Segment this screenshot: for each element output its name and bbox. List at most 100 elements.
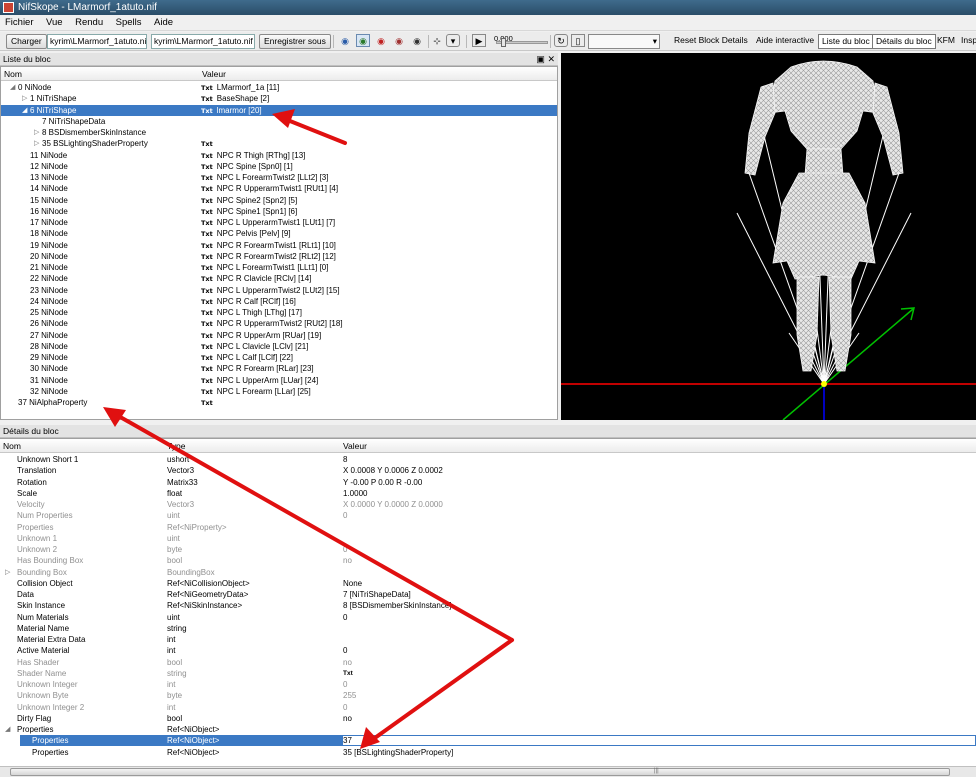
detail-row[interactable]: Dirty Flag bool no — [0, 713, 976, 724]
tree-row[interactable]: ◢ 0 NiNode Txt LMarmorf_1a [11] — [1, 82, 557, 93]
view-shaders-icon[interactable]: ◉ — [392, 34, 406, 47]
detail-row[interactable]: ▷ Bounding Box BoundingBox — [0, 567, 976, 578]
tree-row[interactable]: ▷ 1 NiTriShape Txt BaseShape [2] — [1, 93, 557, 104]
menu-aide[interactable]: Aide — [149, 15, 178, 30]
tree-row[interactable]: 18 NiNode Txt NPC Pelvis [Pelv] [9] — [1, 228, 557, 239]
detail-row[interactable]: Collision Object Ref<NiCollisionObject> No… — [0, 578, 976, 589]
detail-row[interactable]: Num Properties uint 0 — [0, 510, 976, 521]
detail-row[interactable]: Active Material int 0 — [0, 645, 976, 656]
menu-vue[interactable]: Vue — [41, 15, 68, 30]
close-icon[interactable]: ✕ — [547, 54, 555, 64]
animation-select[interactable]: ▾ — [588, 34, 660, 49]
sequence-icon[interactable]: ▯ — [571, 34, 585, 47]
collapsed-arrow-icon[interactable]: ▷ — [22, 93, 27, 104]
render-viewport[interactable] — [561, 53, 976, 420]
tree-row[interactable]: ▷ 35 BSLightingShaderProperty Txt — [1, 138, 557, 149]
detail-row[interactable]: Skin Instance Ref<NiSkinInstance> 8 [BSDis… — [0, 600, 976, 611]
details-col-name[interactable]: Nom — [3, 441, 21, 451]
tree-row[interactable]: 32 NiNode Txt NPC L Forearm [LLar] [25] — [1, 386, 557, 397]
detail-row[interactable]: ◢ Properties Ref<NiObject> — [0, 724, 976, 735]
time-slider[interactable] — [496, 38, 548, 47]
load-button[interactable]: Charger — [6, 34, 47, 49]
detail-row[interactable]: Rotation Matrix33 Y -0.00 P 0.00 R -0.00 — [0, 477, 976, 488]
detail-row[interactable]: Properties Ref<NiObject> 37 — [0, 735, 976, 746]
menu-rendu[interactable]: Rendu — [70, 15, 108, 30]
view-menu-icon[interactable]: ▾ — [446, 34, 460, 47]
reset-block-details-button[interactable]: Reset Block Details — [674, 34, 748, 49]
tree-row[interactable]: 27 NiNode Txt NPC R UpperArm [RUar] [19] — [1, 330, 557, 341]
view-solid-icon[interactable]: ◉ — [338, 34, 352, 47]
detail-row[interactable]: Material Extra Data int — [0, 634, 976, 645]
tree-row[interactable]: 28 NiNode Txt NPC L Clavicle [LClv] [21] — [1, 341, 557, 352]
tree-row[interactable]: 13 NiNode Txt NPC L ForearmTwist2 [LLt2] [… — [1, 172, 557, 183]
collapsed-arrow-icon[interactable]: ▷ — [34, 127, 39, 138]
detail-row[interactable]: Translation Vector3 X 0.0008 Y 0.0006 Z 0.… — [0, 465, 976, 476]
tree-row[interactable]: 31 NiNode Txt NPC L UpperArm [LUar] [24] — [1, 375, 557, 386]
view-textures-icon[interactable]: ◉ — [374, 34, 388, 47]
detail-row[interactable]: Scale float 1.0000 — [0, 488, 976, 499]
axes-icon[interactable]: ⊹ — [430, 34, 444, 47]
block-list-tree[interactable]: Nom Valeur ◢ 0 NiNode Txt LMarmorf_1a [11] ▷… — [0, 66, 558, 420]
detail-row[interactable]: Unknown Integer 2 int 0 — [0, 702, 976, 713]
tree-row[interactable]: 25 NiNode Txt NPC L Thigh [LThg] [17] — [1, 307, 557, 318]
expanded-arrow-icon[interactable]: ◢ — [22, 105, 27, 116]
detail-row[interactable]: Material Name string — [0, 623, 976, 634]
tree-row[interactable]: 11 NiNode Txt NPC R Thigh [RThg] [13] — [1, 150, 557, 161]
tree-row[interactable]: 16 NiNode Txt NPC Spine1 [Spn1] [6] — [1, 206, 557, 217]
save-path-field[interactable]: kyrim\LMarmorf_1atuto.nif — [151, 34, 255, 49]
tree-row[interactable]: 26 NiNode Txt NPC R UpperarmTwist2 [RUt2] … — [1, 318, 557, 329]
tree-row[interactable]: 19 NiNode Txt NPC R ForearmTwist1 [RLt1] [… — [1, 240, 557, 251]
tree-row[interactable]: 24 NiNode Txt NPC R Calf [RClf] [16] — [1, 296, 557, 307]
expanded-arrow-icon[interactable]: ◢ — [10, 82, 15, 93]
detail-row[interactable]: Unknown 1 uint — [0, 533, 976, 544]
detail-row[interactable]: Has Shader bool no — [0, 657, 976, 668]
detail-row[interactable]: Velocity Vector3 X 0.0000 Y 0.0000 Z 0.000… — [0, 499, 976, 510]
time-slider-knob[interactable] — [501, 38, 506, 47]
kfm-button[interactable]: KFM — [937, 34, 955, 49]
tree-row[interactable]: 21 NiNode Txt NPC L ForearmTwist1 [LLt1] [… — [1, 262, 557, 273]
details-horizontal-scrollbar[interactable]: ||| — [0, 766, 976, 777]
col-name-header[interactable]: Nom — [4, 69, 22, 79]
tree-row[interactable]: 15 NiNode Txt NPC Spine2 [Spn2] [5] — [1, 195, 557, 206]
tree-row[interactable]: 17 NiNode Txt NPC L UpperarmTwist1 [LUt1] … — [1, 217, 557, 228]
col-value-header[interactable]: Valeur — [202, 69, 226, 79]
tree-row[interactable]: 30 NiNode Txt NPC R Forearm [RLar] [23] — [1, 363, 557, 374]
view-skeleton-icon[interactable]: ◉ — [410, 34, 424, 47]
scrollbar-thumb[interactable] — [10, 768, 950, 776]
view-lighting-icon[interactable]: ◉ — [356, 34, 370, 47]
detail-row[interactable]: Properties Ref<NiObject> 35 [BSLightingSha… — [0, 747, 976, 758]
detail-row[interactable]: Unknown 2 byte 0 — [0, 544, 976, 555]
load-path-field[interactable]: kyrim\LMarmorf_1atuto.nif — [47, 34, 147, 49]
detail-row[interactable]: Unknown Short 1 ushort 8 — [0, 454, 976, 465]
menu-spells[interactable]: Spells — [111, 15, 147, 30]
detail-row[interactable]: Properties Ref<NiProperty> — [0, 522, 976, 533]
tree-row[interactable]: ▷ 8 BSDismemberSkinInstance — [1, 127, 557, 138]
block-list-toggle[interactable]: Liste du bloc — [818, 34, 874, 49]
tree-row[interactable]: 23 NiNode Txt NPC L UpperarmTwist2 [LUt2] … — [1, 285, 557, 296]
collapsed-arrow-icon[interactable]: ▷ — [34, 138, 39, 149]
detail-row[interactable]: Has Bounding Box bool no — [0, 555, 976, 566]
tree-row[interactable]: 14 NiNode Txt NPC R UpperarmTwist1 [RUt1] … — [1, 183, 557, 194]
collapsed-arrow-icon[interactable]: ▷ — [5, 567, 10, 578]
play-icon[interactable]: ▶ — [472, 34, 486, 47]
tree-row-selected[interactable]: ◢ 6 NiTriShape Txt lmarmor [20] — [1, 104, 557, 116]
model-render[interactable] — [561, 53, 976, 420]
interactive-help-button[interactable]: Aide interactive — [756, 34, 814, 49]
tree-row[interactable]: 20 NiNode Txt NPC R ForearmTwist2 [RLt2] [… — [1, 251, 557, 262]
tree-row[interactable]: 12 NiNode Txt NPC Spine [Spn0] [1] — [1, 161, 557, 172]
details-col-type[interactable]: Type — [167, 441, 185, 451]
expanded-arrow-icon[interactable]: ◢ — [5, 724, 10, 735]
detail-row[interactable]: Data Ref<NiGeometryData> 7 [NiTriShapeData… — [0, 589, 976, 600]
detail-row[interactable]: Num Materials uint 0 — [0, 612, 976, 623]
detail-row[interactable]: Shader Name string Txt — [0, 668, 976, 679]
loop-icon[interactable]: ↻ — [554, 34, 568, 47]
details-col-value[interactable]: Valeur — [343, 441, 367, 451]
tree-row[interactable]: 7 NiTriShapeData — [1, 116, 557, 127]
detail-row[interactable]: Unknown Integer int 0 — [0, 679, 976, 690]
tree-row[interactable]: 22 NiNode Txt NPC R Clavicle [RClv] [14] — [1, 273, 557, 284]
detail-row[interactable]: Unknown Byte byte 255 — [0, 690, 976, 701]
block-details-table[interactable]: Nom Type Valeur Unknown Short 1 ushort 8 Tr… — [0, 438, 976, 766]
inspect-button[interactable]: Insp — [961, 34, 976, 49]
tree-row[interactable]: 29 NiNode Txt NPC L Calf [LClf] [22] — [1, 352, 557, 363]
save-as-button[interactable]: Enregistrer sous — [259, 34, 331, 49]
